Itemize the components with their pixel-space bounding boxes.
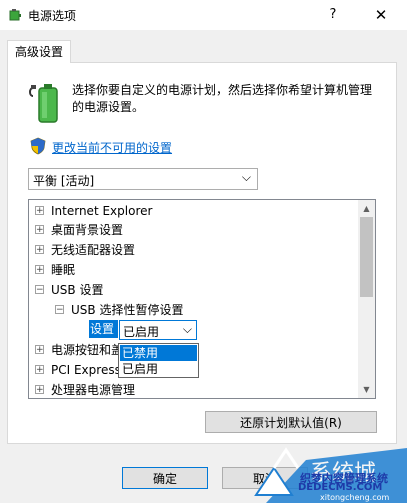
setting-value: 已启用 xyxy=(123,325,160,339)
scroll-thumb[interactable] xyxy=(360,217,373,297)
scroll-up-icon[interactable]: ▲ xyxy=(358,200,375,217)
window-title: 电源选项 xyxy=(28,9,77,23)
expand-icon[interactable]: + xyxy=(35,225,44,235)
scroll-down-icon[interactable]: ▼ xyxy=(358,381,375,398)
tree-item-label: 睡眠 xyxy=(51,263,76,277)
tree-scrollbar[interactable]: ▲ ▼ xyxy=(358,200,375,398)
expand-icon[interactable]: + xyxy=(35,385,44,395)
collapse-icon[interactable]: − xyxy=(55,305,64,315)
tree-item-label: 无线适配器设置 xyxy=(51,243,136,257)
change-unavailable-settings-link[interactable]: 更改当前不可用的设置 xyxy=(52,139,172,156)
tree-item-label: Internet Explorer xyxy=(51,204,153,218)
collapse-icon[interactable]: − xyxy=(35,285,44,295)
expand-icon[interactable]: + xyxy=(35,345,44,355)
tree-item-label: 电源按钮和盖 xyxy=(51,343,124,357)
chevron-down-icon: ⌵ xyxy=(182,322,192,336)
power-options-icon xyxy=(9,9,21,21)
expand-icon[interactable]: + xyxy=(35,245,44,255)
ok-button[interactable]: 确定 xyxy=(122,467,208,489)
battery-plug-icon xyxy=(29,84,58,123)
close-button[interactable]: ✕ xyxy=(366,4,396,26)
restore-defaults-button[interactable]: 还原计划默认值(R) xyxy=(205,411,377,433)
expand-icon[interactable]: + xyxy=(35,206,44,216)
dropdown-option-enabled[interactable]: 已启用 xyxy=(120,361,197,377)
watermark-url: xitongcheng.com xyxy=(320,493,390,502)
tree-item-label: 桌面背景设置 xyxy=(51,223,124,237)
description-text: 选择你要自定义的电源计划，然后选择你希望计算机管理的电源设置。 xyxy=(72,83,373,114)
dropdown-option-disabled[interactable]: 已禁用 xyxy=(120,345,197,361)
chevron-down-icon: ⌵ xyxy=(241,170,251,184)
expand-icon[interactable]: + xyxy=(35,365,44,375)
setting-label: 设置 xyxy=(89,320,118,338)
tab-advanced-settings[interactable]: 高级设置 xyxy=(7,40,71,63)
tree-item-label: USB 选择性暂停设置 xyxy=(71,303,184,317)
expand-icon[interactable]: + xyxy=(35,265,44,275)
uac-shield-icon xyxy=(30,137,46,155)
help-button[interactable]: ? xyxy=(320,4,346,26)
setting-dropdown-list[interactable]: 已禁用 已启用 xyxy=(118,343,199,378)
settings-tree[interactable]: + Internet Explorer + 桌面背景设置 + 无线适配器设置 +… xyxy=(28,199,376,399)
tree-item-label: PCI Express xyxy=(51,363,121,377)
usb-suspend-setting-select[interactable]: 已启用 ⌵ xyxy=(119,320,197,340)
tree-item-label: USB 设置 xyxy=(51,283,104,297)
power-plan-value: 平衡 [活动] xyxy=(33,174,95,188)
power-plan-select[interactable]: 平衡 [活动] ⌵ xyxy=(28,168,258,190)
tree-item-label: 处理器电源管理 xyxy=(51,383,136,397)
watermark-domain: DEDECMS.COM xyxy=(298,482,383,493)
